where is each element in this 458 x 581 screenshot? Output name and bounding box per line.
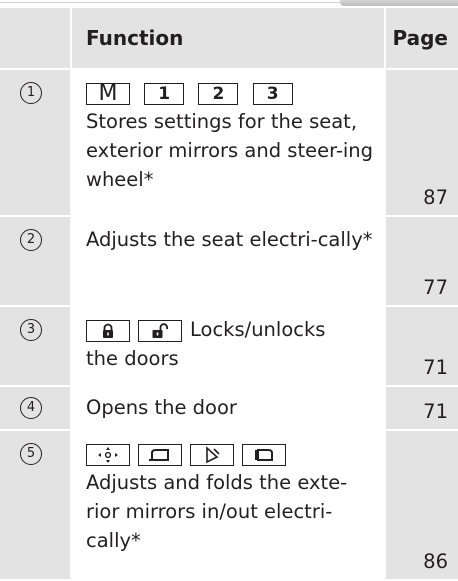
page-header: Page bbox=[384, 8, 458, 70]
row-description: Adjusts the seat electri-cally* bbox=[86, 228, 373, 251]
top-strip bbox=[0, 0, 458, 6]
row-description: Stores settings for the seat, exterior m… bbox=[86, 110, 374, 191]
page-number: 87 bbox=[384, 69, 458, 217]
table-row: 1 M 1 2 3 Stores settings for the seat, … bbox=[0, 69, 458, 217]
right-mirror-icon[interactable] bbox=[242, 443, 286, 466]
table-row: 2 Adjusts the seat electri-cally* 77 bbox=[0, 216, 458, 307]
page-number: 86 bbox=[384, 430, 458, 581]
left-mirror-icon[interactable] bbox=[138, 443, 182, 466]
table-row: 4 Opens the door 71 bbox=[0, 386, 458, 431]
memory-key-1[interactable]: 1 bbox=[144, 82, 185, 105]
row-number: 4 bbox=[20, 397, 42, 419]
row-number: 5 bbox=[20, 443, 42, 465]
row-number: 3 bbox=[20, 319, 42, 341]
memory-key-3[interactable]: 3 bbox=[252, 82, 293, 105]
function-table: Function Page 1 M 1 2 3 Stores settings … bbox=[0, 8, 458, 581]
row-description-cont: the doors bbox=[86, 347, 179, 370]
page-number: 71 bbox=[384, 386, 458, 431]
page-number: 71 bbox=[384, 306, 458, 387]
table-row: 3 Locks/unlocks the doors 71 bbox=[0, 306, 458, 387]
row-description: Adjusts and folds the exte-rior mirrors … bbox=[86, 471, 348, 552]
mirror-adjust-icon[interactable] bbox=[86, 443, 130, 466]
table-header: Function Page bbox=[0, 8, 458, 70]
row-description: Opens the door bbox=[86, 396, 237, 419]
memory-key-m[interactable]: M bbox=[86, 82, 130, 105]
row-number: 1 bbox=[20, 82, 42, 104]
memory-key-2[interactable]: 2 bbox=[198, 82, 239, 105]
mirror-fold-icon[interactable] bbox=[190, 443, 234, 466]
unlock-icon[interactable] bbox=[138, 319, 182, 342]
table-row: 5 Adjusts and folds the exte-rior mirror… bbox=[0, 430, 458, 581]
function-header: Function bbox=[70, 8, 385, 70]
row-number: 2 bbox=[20, 229, 42, 251]
row-description: Locks/unlocks bbox=[190, 318, 326, 341]
lock-icon[interactable] bbox=[86, 319, 130, 342]
page-number: 77 bbox=[384, 216, 458, 307]
